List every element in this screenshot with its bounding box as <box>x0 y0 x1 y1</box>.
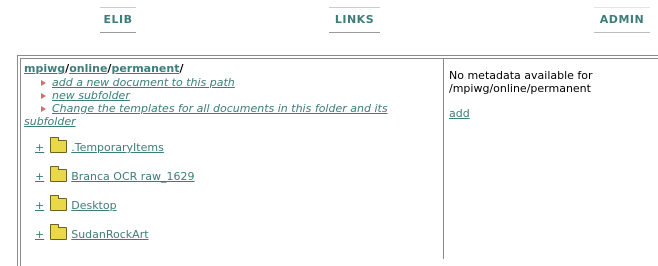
metadata-path: /mpiwg/online/permanent <box>449 82 591 95</box>
folder-icon <box>49 195 67 211</box>
tab-elib-label: ELIB <box>103 13 133 26</box>
folder-row: + .TemporaryItems <box>35 137 164 157</box>
content-frame: mpiwg/online/permanent/ add a new docume… <box>17 55 658 266</box>
breadcrumb: mpiwg/online/permanent/ <box>24 62 443 76</box>
bullet-icon <box>41 106 46 112</box>
folder-panel: mpiwg/online/permanent/ add a new docume… <box>21 59 444 259</box>
folder-icon <box>49 224 67 240</box>
change-templates-link[interactable]: Change the templates for all documents i… <box>52 102 388 115</box>
folder-row: + SudanRockArt <box>35 224 149 244</box>
tab-elib[interactable]: ELIB <box>100 7 136 33</box>
breadcrumb-mpiwg[interactable]: mpiwg <box>24 62 65 75</box>
bullet-icon <box>41 93 46 99</box>
add-metadata-link[interactable]: add <box>449 107 470 120</box>
tab-admin[interactable]: ADMIN <box>594 7 650 33</box>
tab-links[interactable]: LINKS <box>329 7 380 33</box>
metadata-panel: No metadata available for /mpiwg/online/… <box>445 59 658 259</box>
action-new-subfolder: new subfolder <box>24 89 443 102</box>
content-inner: mpiwg/online/permanent/ add a new docume… <box>20 58 658 266</box>
folder-icon <box>49 137 67 153</box>
folder-link[interactable]: .TemporaryItems <box>71 141 164 154</box>
folder-link[interactable]: SudanRockArt <box>71 228 148 241</box>
bullet-icon <box>41 80 46 86</box>
action-change-templates-cont: subfolder <box>24 115 443 128</box>
action-change-templates: Change the templates for all documents i… <box>24 102 443 115</box>
tab-links-label: LINKS <box>334 13 375 26</box>
breadcrumb-permanent[interactable]: permanent <box>111 62 179 75</box>
folder-row: + Desktop <box>35 195 117 215</box>
folder-link[interactable]: Desktop <box>71 199 116 212</box>
change-templates-link-cont[interactable]: subfolder <box>24 115 76 128</box>
expand-toggle[interactable]: + <box>35 170 44 183</box>
folder-row: + Branca OCR raw_1629 <box>35 166 195 186</box>
breadcrumb-online[interactable]: online <box>69 62 107 75</box>
expand-toggle[interactable]: + <box>35 228 44 241</box>
expand-toggle[interactable]: + <box>35 199 44 212</box>
folder-icon <box>49 166 67 182</box>
tab-admin-label: ADMIN <box>599 13 645 26</box>
metadata-message: No metadata available for <box>449 69 593 82</box>
folder-link[interactable]: Branca OCR raw_1629 <box>71 170 194 183</box>
expand-toggle[interactable]: + <box>35 141 44 154</box>
add-document-link[interactable]: add a new document to this path <box>52 76 235 89</box>
new-subfolder-link[interactable]: new subfolder <box>52 89 130 102</box>
breadcrumb-separator: / <box>179 62 184 75</box>
action-add-document: add a new document to this path <box>24 76 443 89</box>
